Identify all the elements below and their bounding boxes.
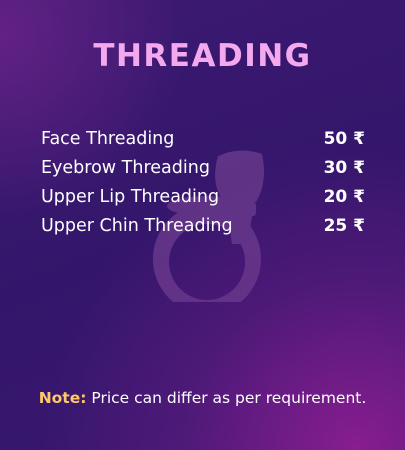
service-price: 50 ₹ [323,128,365,149]
note-text: Price can differ as per requirement. [91,389,367,407]
service-price: 20 ₹ [323,186,365,207]
service-price: 30 ₹ [323,157,365,178]
service-price: 25 ₹ [323,215,365,236]
service-row: Upper Lip Threading 20 ₹ [41,182,365,211]
service-name: Upper Chin Threading [41,215,233,236]
price-note: Note: Price can differ as per requiremen… [0,389,405,407]
services-list: Face Threading 50 ₹ Eyebrow Threading 30… [41,124,365,240]
note-label: Note: [38,389,87,407]
service-row: Upper Chin Threading 25 ₹ [41,211,365,240]
service-name: Eyebrow Threading [41,157,210,178]
threading-price-card: THREADING Face Threading 50 ₹ Eyebrow Th… [0,0,405,450]
section-title: THREADING [93,38,312,74]
service-name: Upper Lip Threading [41,186,220,207]
service-row: Face Threading 50 ₹ [41,124,365,153]
service-name: Face Threading [41,128,175,149]
service-row: Eyebrow Threading 30 ₹ [41,153,365,182]
